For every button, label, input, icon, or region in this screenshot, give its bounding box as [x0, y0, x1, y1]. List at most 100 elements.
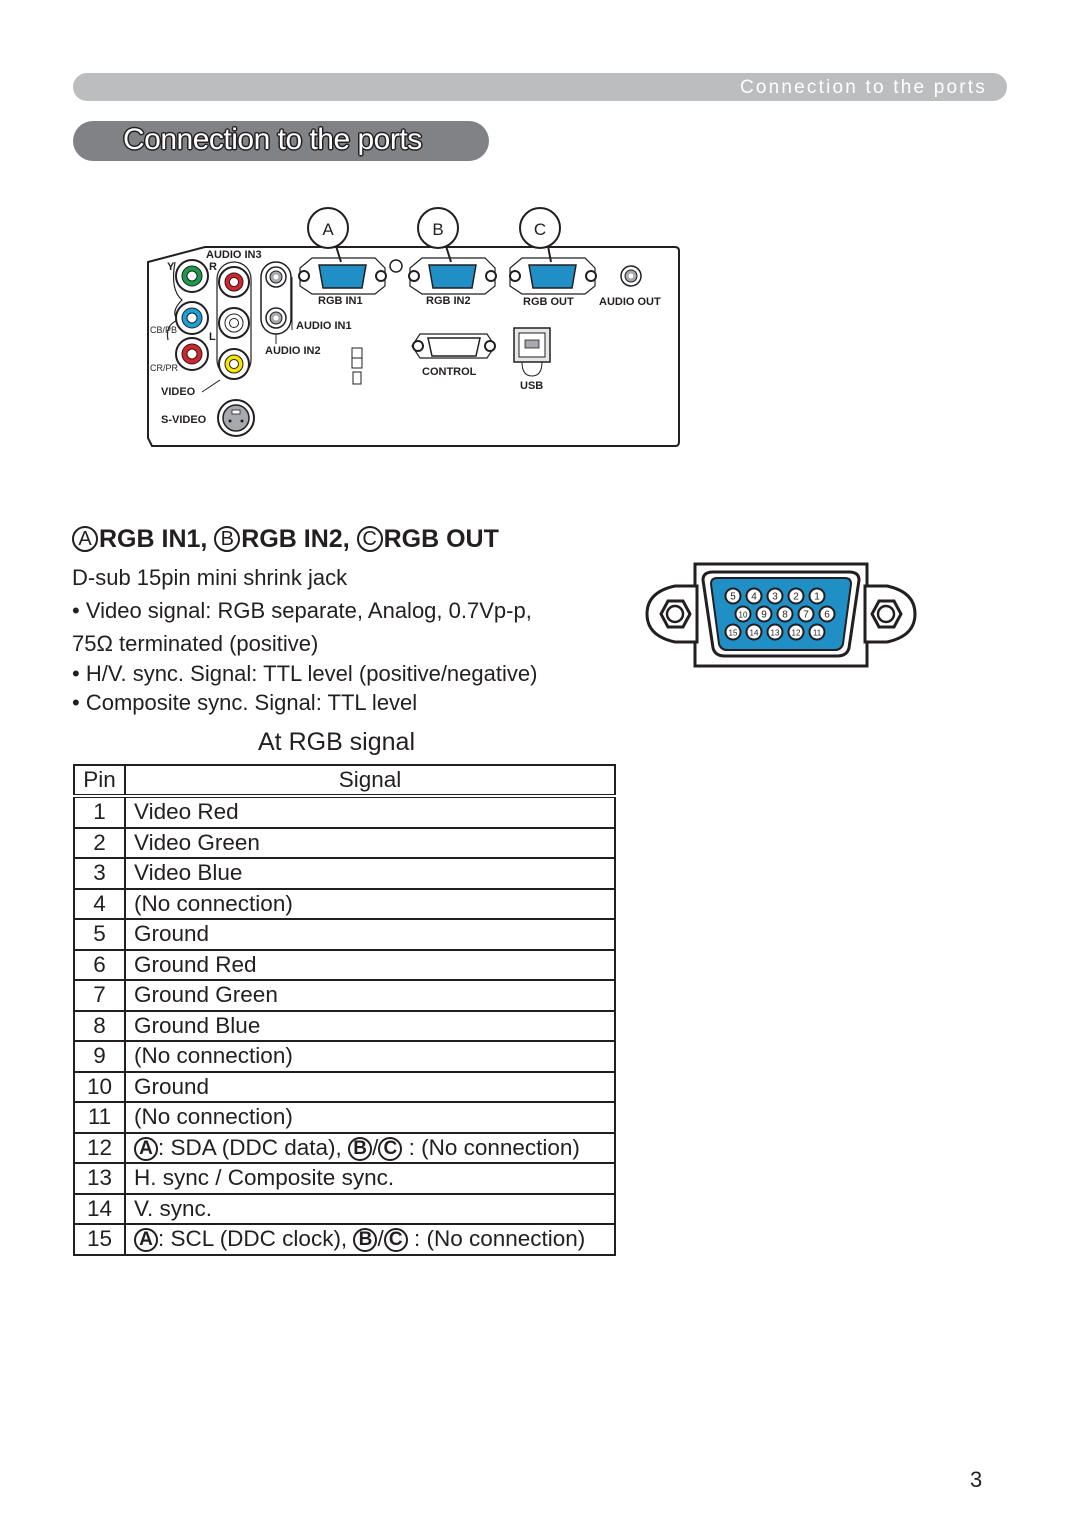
pin-signal: Ground Green — [124, 979, 616, 1012]
table-row: 5 Ground — [73, 918, 616, 951]
table-row: 3 Video Blue — [73, 857, 616, 890]
table-row: 12 A: SDA (DDC data), B / C : (No connectio… — [73, 1131, 616, 1164]
pin-signal: Video Red — [124, 795, 616, 829]
badge-b-icon: B — [353, 1228, 378, 1253]
vga-pin-number: 5 — [730, 592, 736, 603]
audio-in3-r-jack-red — [218, 266, 250, 298]
vga-pin: 8 — [776, 605, 794, 623]
vga-pin: 9 — [755, 605, 773, 623]
table-header-row: Pin Signal — [73, 764, 616, 798]
table-row: 11 (No connection) — [73, 1101, 616, 1134]
kensington-lock-icon — [352, 371, 362, 385]
label-usb: USB — [520, 380, 543, 392]
heading-rgb-in2: RGB IN2, — [241, 525, 357, 553]
vga-pin: 6 — [818, 605, 836, 623]
vga-pin: 4 — [745, 587, 763, 605]
badge-a-icon: A — [72, 526, 98, 552]
left-hex-nut — [645, 584, 699, 644]
table-row: 8 Ground Blue — [73, 1009, 616, 1042]
video-jack-yellow — [218, 348, 250, 380]
heading-rgb-in1: RGB IN1, — [99, 525, 215, 553]
badge-c-icon: C — [356, 526, 383, 552]
callout-b-label: B — [432, 220, 443, 239]
label-rgb-out: RGB OUT — [523, 296, 574, 308]
signal-a-text: : SCL (DDC clock), — [158, 1226, 354, 1252]
control-port — [411, 333, 496, 359]
heading-rgb-out: RGB OUT — [383, 525, 499, 553]
pin-signal: H. sync / Composite sync. — [124, 1162, 616, 1195]
rgb-in2-port — [408, 257, 497, 295]
badge-c-icon: C — [383, 1228, 408, 1253]
page-title-banner: Connection to the ports — [73, 121, 489, 161]
pin-signal: Ground — [124, 918, 616, 951]
pin-number: 6 — [73, 948, 126, 981]
spec-composite-sync: • Composite sync. Signal: TTL level — [72, 690, 418, 715]
vga-pin: 10 — [734, 605, 752, 623]
pin-number: 11 — [73, 1101, 126, 1134]
pin-signal: Ground Blue — [124, 1009, 616, 1042]
pin-signal: (No connection) — [124, 1101, 616, 1134]
signal-bc-text: : (No connection) — [407, 1226, 586, 1252]
pin-signal: V. sync. — [124, 1192, 616, 1225]
label-audio-in2: AUDIO IN2 — [265, 345, 321, 357]
pin-number: 3 — [73, 857, 126, 890]
vga-pin-number: 6 — [824, 610, 830, 621]
label-y: Y — [167, 261, 175, 273]
vga-pin-number: 13 — [771, 629, 780, 638]
page-title: Connection to the ports — [123, 123, 422, 156]
table-row: 13 H. sync / Composite sync. — [73, 1162, 616, 1195]
spec-connector-type: D-sub 15pin mini shrink jack — [72, 565, 348, 590]
page-number: 3 — [970, 1467, 983, 1492]
section-heading: A RGB IN1, B RGB IN2, C RGB OUT — [72, 525, 499, 554]
column-header-pin: Pin — [73, 764, 126, 798]
vga-pin: 5 — [724, 587, 742, 605]
vga-pin: 2 — [787, 587, 805, 605]
vga-pin: 13 — [766, 623, 784, 641]
column-header-signal: Signal — [124, 764, 616, 798]
label-video: VIDEO — [161, 386, 196, 398]
pin-number: 13 — [73, 1162, 126, 1195]
pin-signal: Video Blue — [124, 857, 616, 890]
vga-pin-number: 2 — [793, 592, 799, 603]
audio-in1-jack — [265, 266, 287, 288]
signal-a-text: : SDA (DDC data), — [158, 1134, 349, 1160]
pin-number: 5 — [73, 918, 126, 951]
table-row: 6 Ground Red — [73, 948, 616, 981]
vga-pin-number: 9 — [761, 610, 767, 621]
audio-in2-jack — [265, 307, 287, 329]
callout-c-label: C — [534, 220, 546, 239]
label-s-video: S-VIDEO — [161, 414, 207, 426]
table-row: 10 Ground — [73, 1070, 616, 1103]
pin-number: 9 — [73, 1040, 126, 1073]
pin-signal: A: SDA (DDC data), B / C : (No connection) — [124, 1131, 616, 1164]
pin-number: 2 — [73, 826, 126, 859]
callout-a-label: A — [322, 220, 334, 239]
pin-signal: (No connection) — [124, 1040, 616, 1073]
label-audio-in3: AUDIO IN3 — [206, 249, 262, 261]
spec-hv-sync: • H/V. sync. Signal: TTL level (positive… — [72, 661, 538, 686]
pin-signal: Video Green — [124, 826, 616, 859]
audio-in3-l-jack-white — [218, 307, 250, 339]
pin-signal: (No connection) — [124, 887, 616, 920]
table-row: 15 A: SCL (DDC clock), B / C : (No connecti… — [73, 1223, 616, 1256]
vga-pin-number: 14 — [750, 629, 759, 638]
vga-pin-number: 11 — [813, 629, 822, 638]
table-row: 14 V. sync. — [73, 1192, 616, 1225]
pin-number: 10 — [73, 1070, 126, 1103]
badge-b-icon: B — [348, 1136, 373, 1161]
running-header-bar: Connection to the ports — [73, 73, 1007, 101]
badge-a-icon: A — [134, 1136, 158, 1161]
badge-b-icon: B — [214, 526, 241, 552]
vga-pin-number: 1 — [814, 592, 820, 603]
vga-pin-number: 15 — [729, 629, 738, 638]
pin-number: 1 — [73, 795, 126, 829]
label-audio-out: AUDIO OUT — [599, 296, 661, 308]
vga-pin-number: 3 — [772, 592, 778, 603]
vga-pin-number: 7 — [803, 610, 809, 621]
table-row: 2 Video Green — [73, 826, 616, 859]
badge-c-icon: C — [378, 1136, 403, 1161]
right-hex-nut — [863, 584, 917, 644]
vga-pin-number: 10 — [739, 611, 748, 620]
pin-signal: Ground Red — [124, 948, 616, 981]
pin-assignment-table: Pin Signal 1 Video Red 2 Video Green 3 Video … — [73, 764, 616, 1256]
